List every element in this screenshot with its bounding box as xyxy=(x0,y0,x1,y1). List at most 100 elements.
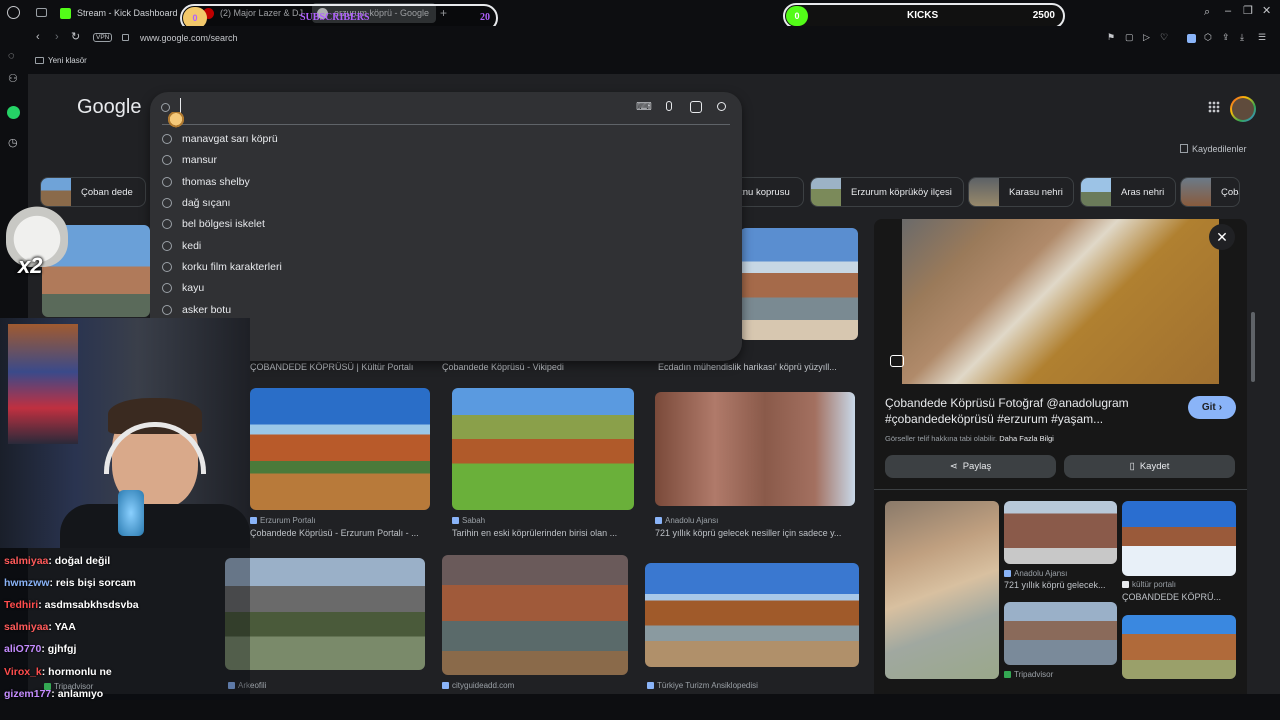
subscriber-label: SUBSCRIBERS xyxy=(300,12,370,23)
more-info-link[interactable]: Daha Fazla Bilgi xyxy=(999,434,1054,443)
filter-chip[interactable]: Erzurum köprüköy ilçesi xyxy=(810,177,964,207)
result-image[interactable] xyxy=(452,388,634,510)
forward-icon[interactable]: › xyxy=(55,32,59,43)
menu-icon[interactable]: ☰ xyxy=(1258,32,1266,43)
workspaces-icon[interactable] xyxy=(36,8,47,17)
translate-extension-icon[interactable] xyxy=(1187,34,1196,43)
vpn-badge[interactable]: VPN xyxy=(93,33,113,42)
suggestion-item[interactable]: kayu xyxy=(162,277,722,298)
search-tabs-icon[interactable]: ⌕ xyxy=(1204,7,1210,18)
filter-chip[interactable]: Çoban dede xyxy=(40,177,146,207)
result-image[interactable] xyxy=(442,555,628,675)
suggestion-item[interactable]: kedi xyxy=(162,235,722,256)
result-source: Erzurum Portalı xyxy=(250,516,316,525)
maximize-icon[interactable]: ❐ xyxy=(1243,6,1253,17)
url-field[interactable]: www.google.com/search xyxy=(140,33,238,43)
keyboard-icon[interactable]: ⌨ xyxy=(636,102,652,113)
result-caption[interactable]: Çobandede Köprüsü - Erzurum Portalı - ..… xyxy=(250,528,430,538)
microphone-icon[interactable] xyxy=(666,101,672,111)
search-submit-icon[interactable] xyxy=(717,102,726,111)
result-caption[interactable]: Tarihin en eski köprülerinden birisi ola… xyxy=(452,528,634,538)
snapshot-icon[interactable]: ▢ xyxy=(1125,32,1134,43)
chat-message: salmiyaa: doğal değil xyxy=(4,555,110,567)
result-image[interactable] xyxy=(250,388,430,510)
related-image[interactable] xyxy=(1004,602,1117,665)
filter-chip[interactable]: znu koprusu xyxy=(736,177,804,207)
suggestion-item[interactable]: asker botu xyxy=(162,299,722,320)
suggestion-item[interactable]: bel bölgesi iskelet xyxy=(162,213,722,234)
related-image[interactable] xyxy=(1122,615,1236,679)
lens-search-icon[interactable] xyxy=(890,355,904,367)
close-icon[interactable]: ✕ xyxy=(1209,224,1235,250)
related-caption[interactable]: 721 yıllık köprü gelecek... xyxy=(1004,580,1116,590)
google-logo[interactable]: Google xyxy=(77,96,142,119)
related-image[interactable] xyxy=(885,501,999,679)
history-icon xyxy=(162,133,172,144)
result-image[interactable] xyxy=(655,392,855,506)
filter-chip[interactable]: Çoban k xyxy=(1180,177,1240,207)
chevron-right-icon: › xyxy=(1218,402,1223,413)
player-icon[interactable]: ▷ xyxy=(1143,32,1150,43)
result-caption[interactable]: Çobandede Köprüsü - Vikipedi xyxy=(442,362,632,372)
save-button[interactable]: ▯ Kaydet xyxy=(1064,455,1235,478)
share-icon[interactable]: ⇪ xyxy=(1222,32,1230,43)
history-icon[interactable]: ◷ xyxy=(8,138,18,149)
saved-link[interactable]: Kaydedilenler xyxy=(1192,144,1247,154)
result-image[interactable] xyxy=(740,228,858,340)
related-image[interactable] xyxy=(1004,501,1117,564)
search-input[interactable] xyxy=(180,98,620,120)
related-image[interactable] xyxy=(1122,501,1236,576)
result-caption[interactable]: ÇOBANDEDE KÖPRÜSÜ | Kültür Portalı xyxy=(250,362,430,372)
suggestion-item[interactable]: thomas shelby xyxy=(162,171,722,192)
whatsapp-icon[interactable] xyxy=(7,106,20,119)
filter-chip[interactable]: Aras nehri xyxy=(1080,177,1176,207)
lock-icon[interactable] xyxy=(122,34,129,41)
reload-icon[interactable]: ↻ xyxy=(71,32,80,43)
filter-chip[interactable]: Karasu nehri xyxy=(968,177,1074,207)
kicks-label: KICKS xyxy=(907,10,939,21)
visit-button[interactable]: Git › xyxy=(1188,396,1236,419)
messenger-icon[interactable]: ◌ xyxy=(8,51,15,62)
chat-username: hwmzww xyxy=(4,577,50,589)
result-caption[interactable]: 721 yıllık köprü gelecek nesiller için s… xyxy=(655,528,855,538)
kicks-goal: 2500 xyxy=(1032,10,1055,21)
download-icon[interactable]: ⤓ xyxy=(1240,32,1244,43)
extensions-icon[interactable]: ⬡ xyxy=(1204,32,1212,43)
heart-icon[interactable]: ♡ xyxy=(1160,32,1168,43)
suggestion-item[interactable]: korku film karakterleri xyxy=(162,256,722,277)
desk-lamp xyxy=(118,490,144,536)
result-image[interactable] xyxy=(225,558,425,670)
chat-username: Tedhiri xyxy=(4,599,39,611)
chat-message: Virox_k: hormonlu ne xyxy=(4,666,112,678)
chat-text: : YAA xyxy=(48,621,76,633)
result-caption[interactable]: Ecdadın mühendislik harikası' köprü yüzy… xyxy=(658,362,856,372)
apps-grid-icon[interactable] xyxy=(1208,101,1220,113)
search-icon xyxy=(161,103,170,112)
accounts-icon[interactable]: ⚇ xyxy=(8,74,18,85)
suggestion-item[interactable]: manavgat sarı köprü xyxy=(162,128,722,149)
preview-scrollbar[interactable] xyxy=(1251,312,1255,382)
result-source: cityguideadd.com xyxy=(442,681,514,690)
minimize-icon[interactable]: – xyxy=(1225,6,1231,17)
avatar[interactable] xyxy=(1230,96,1256,122)
browser-logo-icon[interactable] xyxy=(7,6,20,19)
kicks-progress-bar: 0 xyxy=(786,6,808,26)
result-image[interactable] xyxy=(645,563,859,667)
related-caption[interactable]: ÇOBANDEDE KÖPRÜ... xyxy=(1122,592,1234,602)
back-icon[interactable]: ‹ xyxy=(36,32,40,43)
history-icon xyxy=(162,282,172,293)
bookmark-folder[interactable]: Yeni klasör xyxy=(48,56,87,65)
suggestion-item[interactable]: dağ sıçanı xyxy=(162,192,722,213)
history-icon xyxy=(162,304,172,315)
close-window-icon[interactable]: ✕ xyxy=(1262,6,1271,17)
preview-title[interactable]: Çobandede Köprüsü Fotoğraf @anadolugram … xyxy=(885,395,1170,427)
related-source: Tripadvisor xyxy=(1004,670,1053,679)
share-button[interactable]: ⋖ Paylaş xyxy=(885,455,1056,478)
camera-search-icon[interactable] xyxy=(690,101,702,113)
tab-kick-dashboard[interactable]: Stream - Kick Dashboard xyxy=(60,3,178,23)
suggestion-item[interactable]: mansur xyxy=(162,149,722,170)
bookmark-page-icon[interactable]: ⚑ xyxy=(1107,32,1115,43)
kick-favicon-icon xyxy=(60,7,71,19)
source-favicon-icon xyxy=(442,682,449,689)
preview-image[interactable] xyxy=(902,219,1219,384)
